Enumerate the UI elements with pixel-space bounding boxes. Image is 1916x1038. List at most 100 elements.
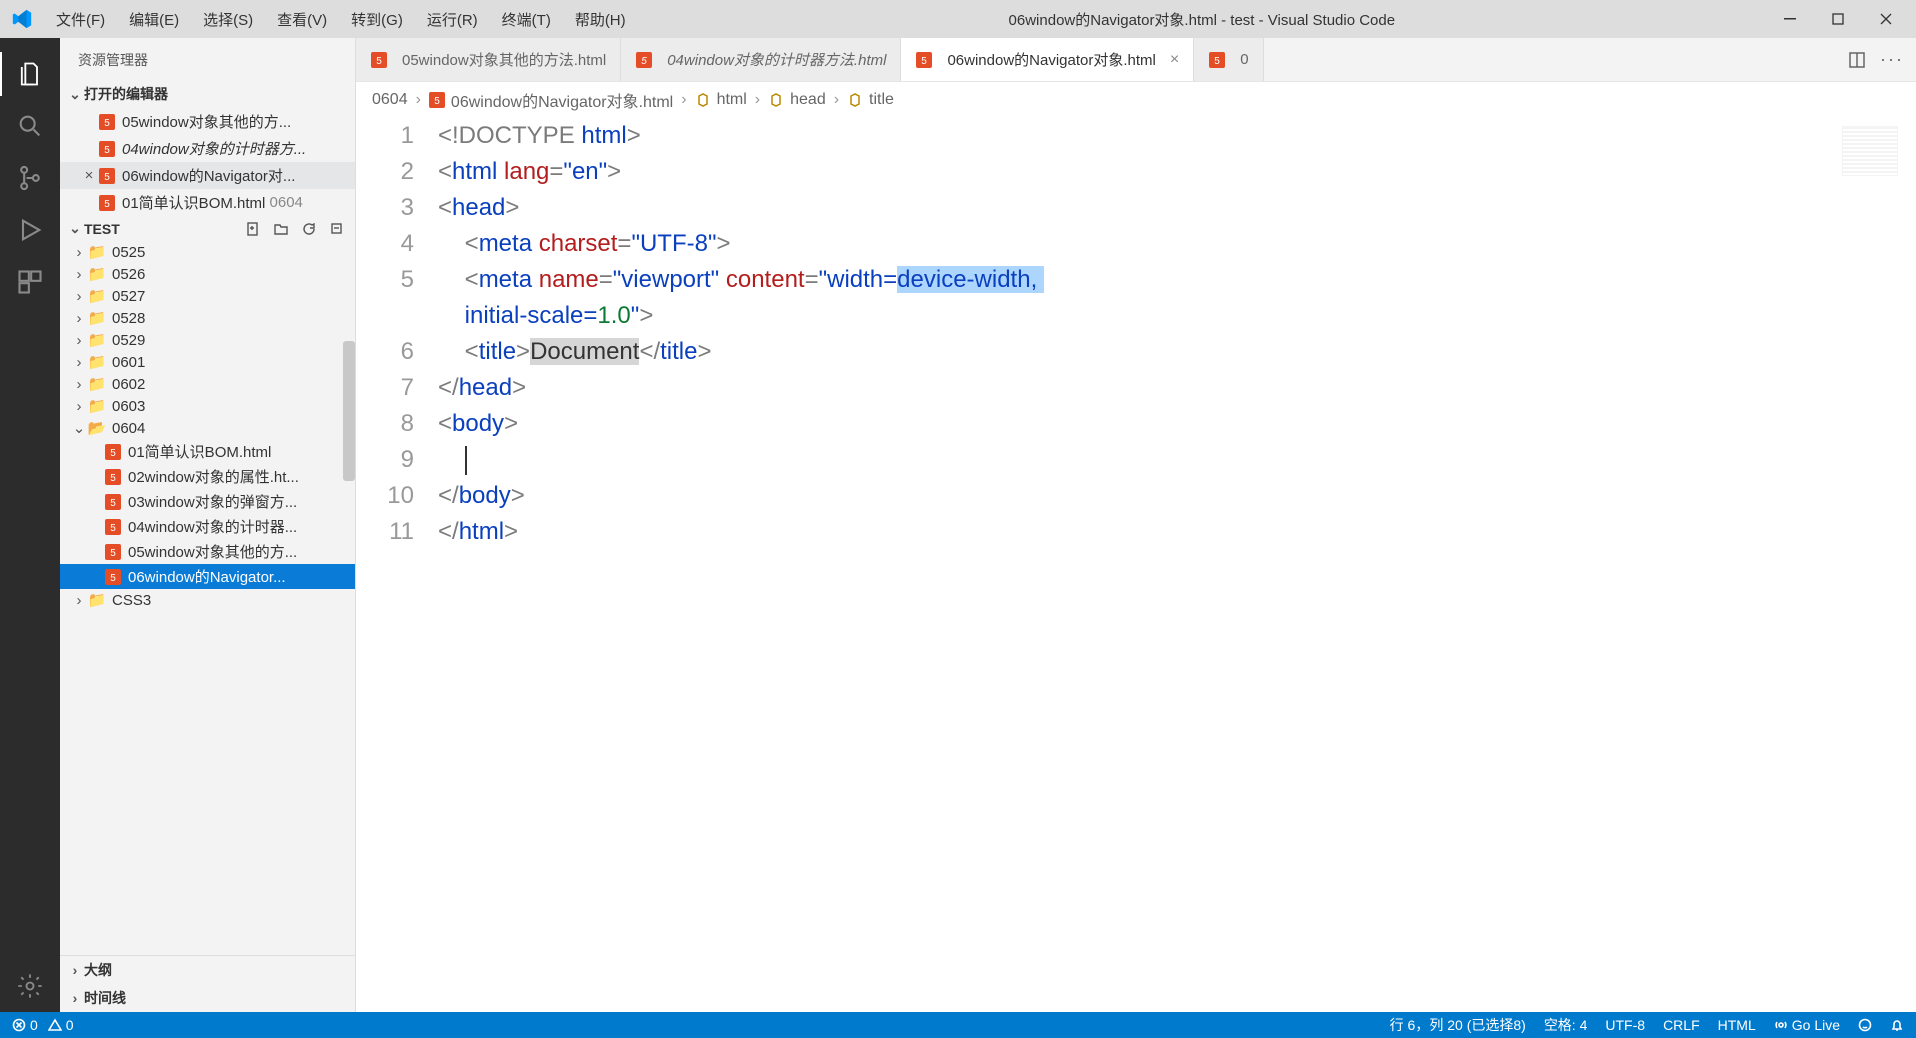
breadcrumb-file[interactable]: 06window的Navigator对象.html (451, 88, 673, 112)
open-editors-header[interactable]: ⌄ 打开的编辑器 (60, 80, 355, 108)
status-bell-icon[interactable] (1890, 1018, 1904, 1032)
file-row[interactable]: 501简单认识BOM.html (60, 439, 355, 464)
svg-text:5: 5 (922, 56, 928, 67)
folder-row[interactable]: ›📁0526 (60, 263, 355, 285)
chevron-right-icon: › (70, 244, 88, 261)
menu-edit[interactable]: 编辑(E) (117, 5, 191, 34)
menu-bar: 文件(F) 编辑(E) 选择(S) 查看(V) 转到(G) 运行(R) 终端(T… (44, 5, 638, 34)
activity-explorer[interactable] (0, 48, 60, 100)
code-editor[interactable]: 1<!DOCTYPE html> 2<html lang="en"> 3<hea… (356, 118, 1916, 1012)
maximize-button[interactable] (1814, 0, 1862, 38)
breadcrumb-folder[interactable]: 0604 (372, 91, 408, 109)
symbol-icon (768, 92, 784, 108)
status-errors[interactable]: 0 (12, 1017, 38, 1033)
workspace-name: TEST (84, 221, 120, 237)
status-bar: 0 0 行 6，列 20 (已选择8) 空格: 4 UTF-8 CRLF HTM… (0, 1012, 1916, 1038)
tab[interactable]: 504window对象的计时器方法.html (621, 38, 901, 81)
folder-name: 0529 (112, 332, 145, 349)
close-icon[interactable]: × (80, 167, 98, 184)
open-editor-item[interactable]: ×506window的Navigator对... (60, 162, 355, 189)
folder-row[interactable]: ›📁0529 (60, 329, 355, 351)
menu-view[interactable]: 查看(V) (265, 5, 339, 34)
file-row[interactable]: 502window对象的属性.ht... (60, 464, 355, 489)
tree-header[interactable]: ⌄TEST (60, 216, 355, 241)
tab[interactable]: 505window对象其他的方法.html (356, 38, 621, 81)
folder-row-open[interactable]: ⌄📂0604 (60, 417, 355, 439)
editor-tabs: 505window对象其他的方法.html 504window对象的计时器方法.… (356, 38, 1916, 82)
chevron-right-icon: › (70, 288, 88, 305)
status-feedback-icon[interactable] (1858, 1018, 1872, 1032)
menu-help[interactable]: 帮助(H) (563, 5, 638, 34)
minimap[interactable] (1842, 126, 1898, 176)
folder-name: CSS3 (112, 592, 151, 609)
file-row[interactable]: 503window对象的弹窗方... (60, 489, 355, 514)
menu-run[interactable]: 运行(R) (415, 5, 490, 34)
status-language[interactable]: HTML (1718, 1017, 1756, 1033)
folder-row[interactable]: ›📁0527 (60, 285, 355, 307)
activity-settings[interactable] (0, 960, 60, 1012)
collapse-all-icon[interactable] (327, 221, 347, 237)
close-icon[interactable]: × (1170, 51, 1179, 69)
open-editor-item[interactable]: ×505window对象其他的方... (60, 108, 355, 135)
breadcrumb-node[interactable]: head (790, 91, 826, 109)
tree-scrollbar[interactable] (343, 341, 355, 481)
tab-label: 06window的Navigator对象.html (947, 49, 1155, 70)
breadcrumb-node[interactable]: html (717, 91, 747, 109)
folder-icon: 📁 (88, 353, 106, 371)
folder-name: 0602 (112, 376, 145, 393)
folder-name: 0525 (112, 244, 145, 261)
status-spaces[interactable]: 空格: 4 (1544, 1015, 1588, 1035)
breadcrumb[interactable]: 0604› 5 06window的Navigator对象.html› html›… (356, 82, 1916, 118)
breadcrumb-node[interactable]: title (869, 91, 894, 109)
menu-selection[interactable]: 选择(S) (191, 5, 265, 34)
folder-row[interactable]: ›📁0603 (60, 395, 355, 417)
status-encoding[interactable]: UTF-8 (1605, 1017, 1645, 1033)
activity-extensions[interactable] (0, 256, 60, 308)
folder-row[interactable]: ›📁0525 (60, 241, 355, 263)
svg-text:5: 5 (110, 548, 116, 559)
menu-file[interactable]: 文件(F) (44, 5, 117, 34)
new-file-icon[interactable] (243, 221, 263, 237)
close-button[interactable] (1862, 0, 1910, 38)
svg-text:5: 5 (104, 145, 110, 156)
tab-active[interactable]: 5 06window的Navigator对象.html × (901, 38, 1194, 81)
folder-row[interactable]: ›📁CSS3 (60, 589, 355, 611)
activity-scm[interactable] (0, 152, 60, 204)
activity-debug[interactable] (0, 204, 60, 256)
status-warnings[interactable]: 0 (48, 1017, 74, 1033)
menu-go[interactable]: 转到(G) (339, 5, 415, 34)
folder-row[interactable]: ›📁0528 (60, 307, 355, 329)
html-file-icon: 5 (104, 493, 122, 511)
more-icon[interactable]: ··· (1880, 49, 1904, 70)
folder-row[interactable]: ›📁0601 (60, 351, 355, 373)
new-folder-icon[interactable] (271, 221, 291, 237)
file-row[interactable]: 504window对象的计时器... (60, 514, 355, 539)
status-eol[interactable]: CRLF (1663, 1017, 1700, 1033)
open-editor-item[interactable]: ×504window对象的计时器方... (60, 135, 355, 162)
status-golive[interactable]: Go Live (1774, 1017, 1840, 1033)
minimize-button[interactable] (1766, 0, 1814, 38)
folder-icon: 📁 (88, 331, 106, 349)
file-row-selected[interactable]: 506window的Navigator... (60, 564, 355, 589)
chevron-down-icon: ⌄ (66, 86, 84, 103)
outline-header[interactable]: ›大纲 (60, 955, 355, 984)
status-cursor[interactable]: 行 6，列 20 (已选择8) (1390, 1015, 1526, 1035)
refresh-icon[interactable] (299, 221, 319, 237)
chevron-right-icon: › (66, 990, 84, 1006)
file-row[interactable]: 505window对象其他的方... (60, 539, 355, 564)
split-editor-icon[interactable] (1848, 51, 1866, 69)
folder-row[interactable]: ›📁0602 (60, 373, 355, 395)
open-editor-item[interactable]: ×501简单认识BOM.html 0604 (60, 189, 355, 216)
activity-bar (0, 38, 60, 1012)
editor-area: 505window对象其他的方法.html 504window对象的计时器方法.… (356, 38, 1916, 1012)
timeline-header[interactable]: ›时间线 (60, 984, 355, 1012)
tab[interactable]: 50 (1194, 38, 1263, 81)
folder-name: 0604 (112, 420, 145, 437)
chevron-right-icon: › (70, 376, 88, 393)
menu-terminal[interactable]: 终端(T) (490, 5, 563, 34)
chevron-right-icon: › (66, 962, 84, 978)
line-number: 9 (356, 442, 438, 478)
file-name: 04window对象的计时器... (128, 516, 297, 537)
activity-search[interactable] (0, 100, 60, 152)
line-number: 4 (356, 226, 438, 262)
